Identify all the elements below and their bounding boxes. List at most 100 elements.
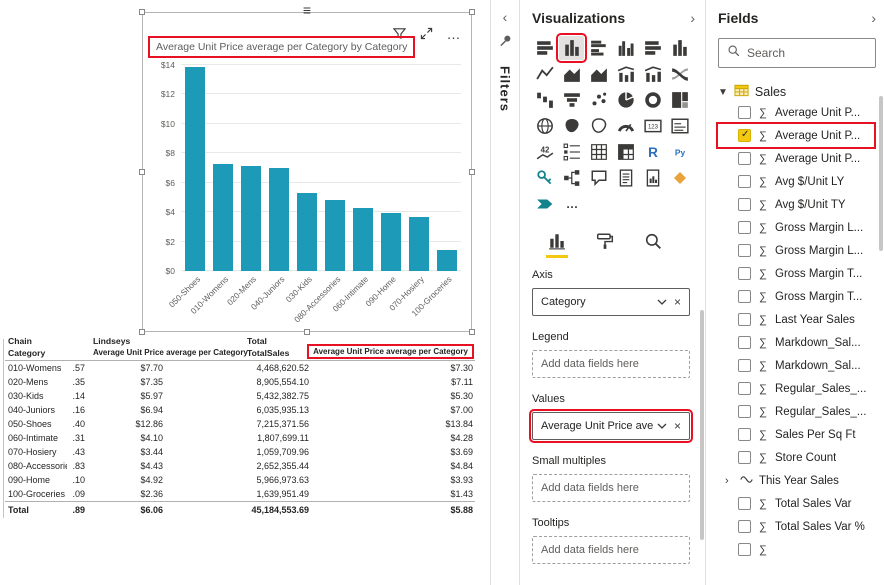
field-checkbox[interactable] bbox=[738, 267, 751, 280]
field-checkbox[interactable] bbox=[738, 198, 751, 211]
filters-pane-label[interactable]: Filters bbox=[498, 66, 513, 112]
100-stacked-bar-chart-icon[interactable] bbox=[641, 36, 666, 60]
more-options-icon[interactable]: … bbox=[446, 26, 461, 41]
line-and-clustered-column-chart-icon[interactable] bbox=[641, 62, 666, 86]
bar-chart-visual[interactable]: ≡ … Average Unit Price average per Categ… bbox=[142, 12, 472, 332]
field-checkbox[interactable] bbox=[738, 106, 751, 119]
shape-map-icon[interactable] bbox=[586, 114, 611, 138]
table-row[interactable]: 030-Kids.14$5.975,432,382.75$5.30 bbox=[5, 389, 475, 403]
field-checkbox[interactable] bbox=[738, 336, 751, 349]
focus-mode-icon[interactable] bbox=[419, 26, 434, 41]
field-item[interactable]: ∑Markdown_Sal... bbox=[718, 331, 878, 354]
field-label[interactable]: This Year Sales bbox=[759, 475, 839, 487]
clustered-column-chart-icon[interactable] bbox=[613, 36, 638, 60]
field-checkbox[interactable] bbox=[738, 221, 751, 234]
collapse-visualizations-chevron-icon[interactable]: › bbox=[690, 10, 697, 26]
scatter-chart-icon[interactable] bbox=[586, 88, 611, 112]
qa-visual-icon[interactable] bbox=[586, 166, 611, 190]
pie-chart-icon[interactable] bbox=[613, 88, 638, 112]
field-checkbox[interactable] bbox=[738, 543, 751, 556]
field-checkbox[interactable] bbox=[738, 129, 751, 142]
field-label[interactable]: Gross Margin T... bbox=[775, 268, 862, 280]
field-label[interactable]: Markdown_Sal... bbox=[775, 360, 861, 372]
smart-narrative-icon[interactable] bbox=[613, 166, 638, 190]
fields-scrollbar[interactable] bbox=[879, 96, 883, 251]
chevron-down-icon[interactable] bbox=[657, 299, 667, 306]
field-item-group[interactable]: ›This Year Sales bbox=[718, 469, 878, 492]
field-item[interactable]: ∑Gross Margin T... bbox=[718, 285, 878, 308]
field-label[interactable]: Avg $/Unit LY bbox=[775, 176, 844, 188]
donut-chart-icon[interactable] bbox=[641, 88, 666, 112]
well-values[interactable]: Average Unit Price avera× bbox=[532, 412, 690, 440]
pin-icon[interactable] bbox=[498, 33, 513, 53]
field-checkbox[interactable] bbox=[738, 428, 751, 441]
bar[interactable] bbox=[213, 164, 233, 271]
well-axis[interactable]: Category× bbox=[532, 288, 690, 316]
well-legend[interactable]: Add data fields here bbox=[532, 350, 690, 378]
card-icon[interactable]: 123 bbox=[641, 114, 666, 138]
field-item[interactable]: ∑Average Unit P... bbox=[718, 101, 878, 124]
resize-handle[interactable] bbox=[469, 169, 475, 175]
table-row[interactable]: 100-Groceries.09$2.361,639,951.49$1.43 bbox=[5, 487, 475, 501]
well-small-multiples[interactable]: Add data fields here bbox=[532, 474, 690, 502]
field-item[interactable]: ∑Markdown_Sal... bbox=[718, 354, 878, 377]
stacked-area-chart-icon[interactable] bbox=[586, 62, 611, 86]
bar[interactable] bbox=[297, 193, 317, 271]
table-row[interactable]: 050-Shoes.40$12.867,215,371.56$13.84 bbox=[5, 417, 475, 431]
r-script-visual-icon[interactable]: R bbox=[641, 140, 666, 164]
field-item[interactable]: ∑Total Sales Var % bbox=[718, 515, 878, 538]
field-label[interactable]: Average Unit P... bbox=[775, 130, 860, 142]
bar[interactable] bbox=[437, 250, 457, 271]
collapse-fields-chevron-icon[interactable]: › bbox=[871, 10, 878, 26]
field-item[interactable]: ∑Gross Margin T... bbox=[718, 262, 878, 285]
field-label[interactable]: Last Year Sales bbox=[775, 314, 855, 326]
field-checkbox[interactable] bbox=[738, 405, 751, 418]
field-label[interactable]: Regular_Sales_... bbox=[775, 406, 866, 418]
bar[interactable] bbox=[185, 67, 205, 271]
field-checkbox[interactable] bbox=[738, 152, 751, 165]
field-label[interactable]: Store Count bbox=[775, 452, 836, 464]
field-label[interactable]: Average Unit P... bbox=[775, 153, 860, 165]
funnel-chart-icon[interactable] bbox=[559, 88, 584, 112]
bar[interactable] bbox=[241, 166, 261, 271]
paginated-report-icon[interactable] bbox=[641, 166, 666, 190]
fields-tab[interactable] bbox=[544, 228, 570, 254]
table-row[interactable]: 090-Home.10$4.925,966,973.63$3.93 bbox=[5, 473, 475, 487]
field-checkbox[interactable] bbox=[738, 313, 751, 326]
field-checkbox[interactable] bbox=[738, 359, 751, 372]
sales-table-node[interactable]: ▼ Sales bbox=[718, 83, 878, 101]
resize-handle[interactable] bbox=[139, 169, 145, 175]
slicer-icon[interactable] bbox=[559, 140, 584, 164]
field-checkbox[interactable] bbox=[738, 175, 751, 188]
table-total-row[interactable]: Total.89$6.0645,184,553.69$5.88 bbox=[5, 501, 475, 518]
area-chart-icon[interactable] bbox=[559, 62, 584, 86]
python-visual-icon[interactable]: Py bbox=[668, 140, 693, 164]
field-checkbox[interactable] bbox=[738, 382, 751, 395]
table-row[interactable]: 020-Mens.35$7.358,905,554.10$7.11 bbox=[5, 375, 475, 389]
table-row[interactable]: 040-Juniors.16$6.946,035,935.13$7.00 bbox=[5, 403, 475, 417]
field-item[interactable]: ∑Gross Margin L... bbox=[718, 239, 878, 262]
field-item[interactable]: ∑Average Unit P... bbox=[718, 124, 874, 147]
report-canvas[interactable]: ≡ … Average Unit Price average per Categ… bbox=[0, 0, 490, 585]
field-checkbox[interactable] bbox=[738, 451, 751, 464]
ribbon-chart-icon[interactable] bbox=[668, 62, 693, 86]
map-icon[interactable] bbox=[532, 114, 557, 138]
more-visuals-icon[interactable]: … bbox=[559, 192, 584, 216]
matrix-icon[interactable] bbox=[613, 140, 638, 164]
decomposition-tree-icon[interactable] bbox=[559, 166, 584, 190]
table-row[interactable]: 070-Hosiery.43$3.441,059,709.96$3.69 bbox=[5, 445, 475, 459]
resize-handle[interactable] bbox=[469, 9, 475, 15]
field-label[interactable]: Average Unit P... bbox=[775, 107, 860, 119]
field-label[interactable]: Regular_Sales_... bbox=[775, 383, 866, 395]
field-checkbox[interactable] bbox=[738, 290, 751, 303]
gauge-icon[interactable] bbox=[613, 114, 638, 138]
field-label[interactable]: Sales Per Sq Ft bbox=[775, 429, 856, 441]
waterfall-chart-icon[interactable] bbox=[532, 88, 557, 112]
field-checkbox[interactable] bbox=[738, 520, 751, 533]
multi-row-card-icon[interactable] bbox=[668, 114, 693, 138]
resize-handle[interactable] bbox=[139, 329, 145, 335]
table-row[interactable]: 010-Womens.57$7.704,468,620.52$7.30 bbox=[5, 361, 475, 375]
field-item[interactable]: ∑Last Year Sales bbox=[718, 308, 878, 331]
field-label[interactable]: Total Sales Var % bbox=[775, 521, 865, 533]
field-label[interactable]: Total Sales Var bbox=[775, 498, 852, 510]
